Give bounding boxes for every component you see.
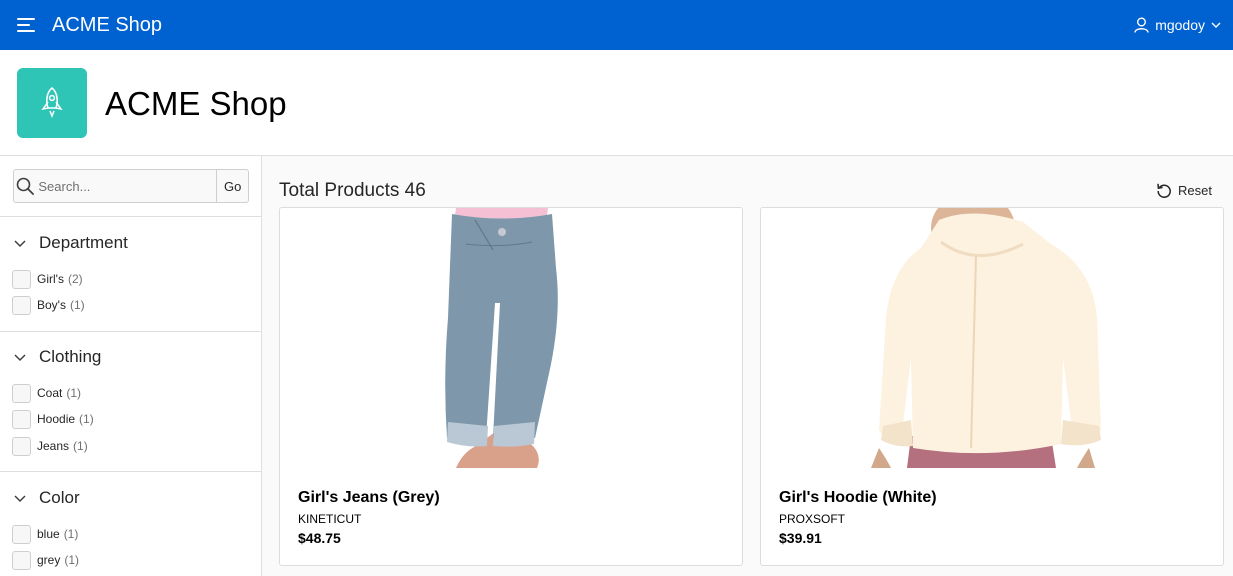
facet-header-clothing[interactable]: Clothing xyxy=(13,346,101,368)
user-icon xyxy=(1134,17,1149,33)
menu-icon[interactable] xyxy=(14,14,38,36)
product-brand: PROXSOFT xyxy=(779,512,846,526)
option-label: Hoodie xyxy=(37,412,76,426)
divider xyxy=(0,216,261,217)
top-navigation-bar: ACME Shop mgodoy xyxy=(0,0,1233,50)
white-hoodie-image[interactable] xyxy=(761,208,1223,468)
user-name: mgodoy xyxy=(1155,17,1205,33)
product-name[interactable]: Girl's Hoodie (White) xyxy=(779,489,937,507)
app-title[interactable]: ACME Shop xyxy=(52,13,162,37)
page-title: ACME Shop xyxy=(105,85,287,122)
reset-label: Reset xyxy=(1178,182,1212,198)
user-menu[interactable]: mgodoy xyxy=(1134,14,1221,36)
option-label: Coat xyxy=(37,386,63,400)
option-label: grey xyxy=(37,553,61,567)
product-results: Total Products 46 Reset Girl's Jeans (Gr… xyxy=(262,156,1233,576)
option-count: (2) xyxy=(67,272,83,286)
option-count: (1) xyxy=(64,553,80,567)
option-count: (1) xyxy=(69,298,85,312)
rocket-icon xyxy=(17,68,87,138)
grey-jeans-image[interactable] xyxy=(280,208,742,468)
chevron-down-icon xyxy=(1211,22,1221,28)
facet-header-color[interactable]: Color xyxy=(13,487,80,509)
option-count: (1) xyxy=(63,527,79,541)
option-count: (1) xyxy=(79,412,94,426)
checkbox[interactable] xyxy=(12,524,31,544)
checkbox[interactable] xyxy=(12,383,31,403)
facet-option-coat[interactable]: Coat (1) xyxy=(12,383,81,403)
product-card[interactable]: Girl's Hoodie (White) PROXSOFT $39.91 xyxy=(760,207,1224,566)
go-button[interactable]: Go xyxy=(216,170,248,202)
divider xyxy=(0,471,261,472)
facet-option-blue[interactable]: blue (1) xyxy=(12,524,78,544)
product-price: $39.91 xyxy=(779,530,822,546)
page-header: ACME Shop xyxy=(0,50,1233,156)
product-brand: KINETICUT xyxy=(298,512,362,526)
facet-option-grey[interactable]: grey (1) xyxy=(12,550,79,570)
reset-icon xyxy=(1157,183,1171,198)
search-icon xyxy=(14,170,36,202)
divider xyxy=(0,331,261,332)
option-count: (1) xyxy=(73,439,88,453)
facet-option-boys[interactable]: Boy's (1) xyxy=(12,295,85,315)
facet-option-hoodie[interactable]: Hoodie (1) xyxy=(12,409,94,429)
facet-title: Color xyxy=(39,488,80,507)
facet-option-jeans[interactable]: Jeans (1) xyxy=(12,436,88,456)
facet-title: Department xyxy=(39,233,128,252)
facet-header-department[interactable]: Department xyxy=(13,232,128,254)
checkbox[interactable] xyxy=(12,436,31,456)
search-box: Go xyxy=(13,169,249,203)
product-card[interactable]: Girl's Jeans (Grey) KINETICUT $48.75 xyxy=(279,207,743,566)
product-price: $48.75 xyxy=(298,530,341,546)
option-label: Boy's xyxy=(37,298,66,312)
option-label: blue xyxy=(37,527,60,541)
chevron-down-icon xyxy=(14,354,26,362)
facet-title: Clothing xyxy=(39,347,102,366)
chevron-down-icon xyxy=(14,495,26,503)
search-input[interactable] xyxy=(36,170,217,202)
checkbox[interactable] xyxy=(12,269,31,289)
option-label: Girl's xyxy=(37,272,64,286)
facet-sidebar: Go Department Girl's (2) Boy's (1) Cloth… xyxy=(0,156,262,576)
option-label: Jeans xyxy=(37,439,70,453)
chevron-down-icon xyxy=(14,240,26,248)
checkbox[interactable] xyxy=(12,409,31,429)
checkbox[interactable] xyxy=(12,295,31,315)
product-name[interactable]: Girl's Jeans (Grey) xyxy=(298,489,440,507)
facet-option-girls[interactable]: Girl's (2) xyxy=(12,269,83,289)
option-count: (1) xyxy=(66,386,82,400)
checkbox[interactable] xyxy=(12,550,31,570)
total-products-label: Total Products 46 xyxy=(279,180,426,201)
reset-button[interactable]: Reset xyxy=(1156,180,1212,200)
